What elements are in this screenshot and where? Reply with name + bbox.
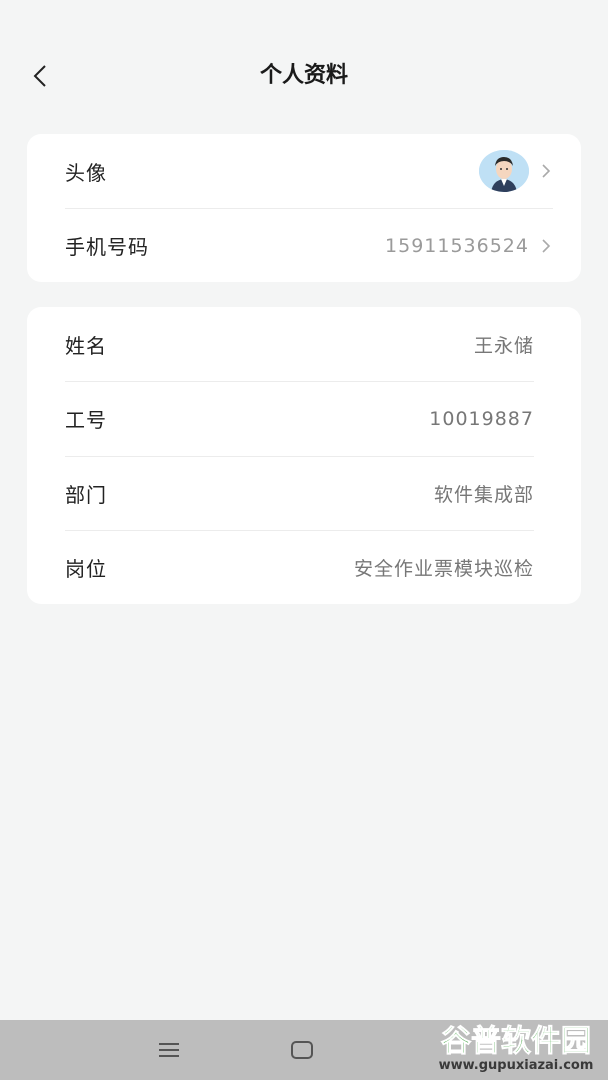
page-title: 个人资料 xyxy=(259,63,348,88)
home-button[interactable] xyxy=(288,1036,316,1064)
position-label: 岗位 xyxy=(65,556,107,581)
top-bar: 个人资料 xyxy=(0,0,608,150)
watermark-url: www.gupuxiazai.com xyxy=(438,1058,594,1073)
avatar-label: 头像 xyxy=(65,160,107,185)
person-avatar-icon xyxy=(479,150,529,192)
name-row: 姓名 王永储 xyxy=(65,307,534,381)
profile-card: 头像 手机号码 15911536524 xyxy=(27,134,581,282)
name-label: 姓名 xyxy=(65,333,107,358)
employee-id-label: 工号 xyxy=(65,408,107,433)
department-row: 部门 软件集成部 xyxy=(65,455,534,530)
chevron-right-icon xyxy=(539,161,553,181)
phone-label: 手机号码 xyxy=(65,235,149,259)
position-value: 安全作业票模块巡检 xyxy=(353,557,534,580)
menu-button[interactable] xyxy=(155,1036,183,1064)
home-square-icon xyxy=(291,1041,313,1059)
menu-icon xyxy=(159,1043,179,1057)
position-row: 岗位 安全作业票模块巡检 xyxy=(65,529,534,604)
info-card: 姓名 王永储 工号 10019887 部门 软件集成部 岗位 安全作业票模块巡检 xyxy=(27,307,581,604)
employee-id-value: 10019887 xyxy=(429,407,534,430)
watermark: 谷普软件园 www.gupuxiazai.com xyxy=(426,1022,606,1078)
employee-id-row: 工号 10019887 xyxy=(65,381,534,455)
department-value: 软件集成部 xyxy=(433,483,534,506)
chevron-right-icon xyxy=(539,236,553,256)
avatar[interactable] xyxy=(479,150,529,192)
name-value: 王永储 xyxy=(473,334,534,357)
avatar-row[interactable]: 头像 xyxy=(65,134,553,208)
department-label: 部门 xyxy=(65,482,107,507)
phone-value: 15911536524 xyxy=(385,234,529,257)
phone-row[interactable]: 手机号码 15911536524 xyxy=(65,208,553,282)
watermark-brand: 谷普软件园 xyxy=(441,1024,592,1059)
